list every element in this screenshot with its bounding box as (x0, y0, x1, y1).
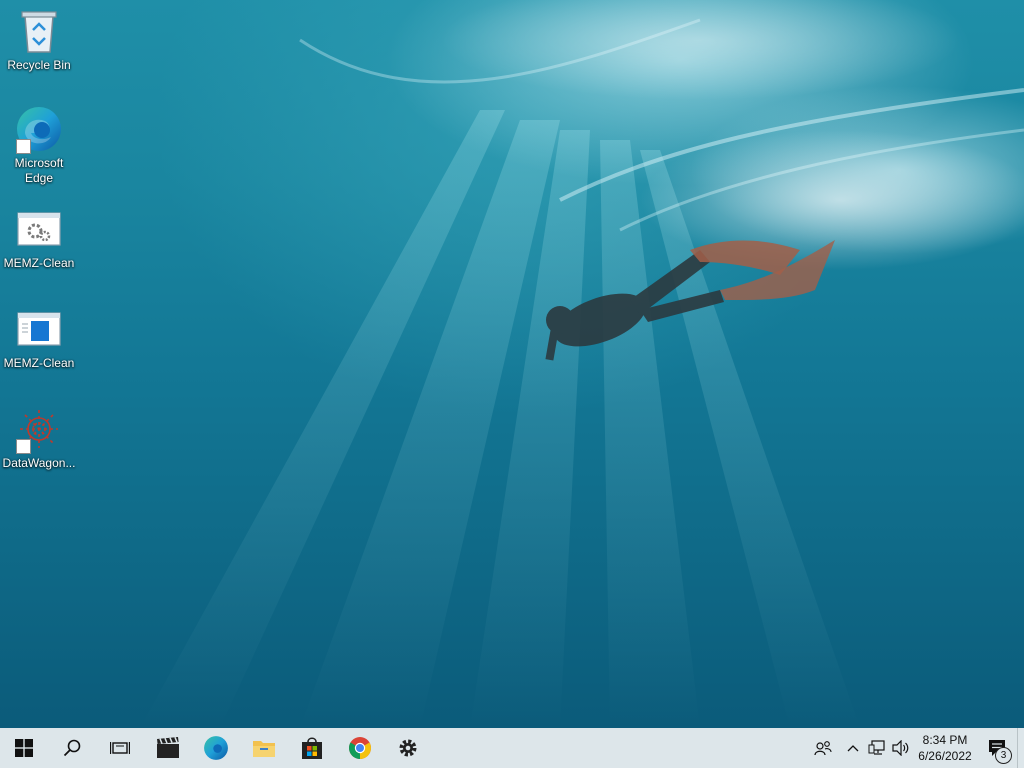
clapperboard-icon (157, 737, 179, 758)
network-icon (868, 740, 885, 755)
gear-window-icon (14, 204, 64, 254)
blue-window-icon (14, 304, 64, 354)
shortcut-arrow-icon (16, 139, 31, 154)
start-button[interactable] (0, 728, 48, 768)
gear-icon (399, 739, 417, 757)
datawagon-icon (14, 404, 64, 454)
clock-time: 8:34 PM (922, 733, 968, 747)
notification-count-badge: 3 (995, 747, 1012, 764)
file-explorer-button[interactable] (240, 728, 288, 768)
taskbar-clock[interactable]: 8:34 PM 6/26/2022 (913, 728, 977, 768)
desktop-icon-label: MEMZ-Clean (3, 356, 75, 370)
action-center-button[interactable]: 3 (977, 728, 1017, 768)
desktop-icon-microsoft-edge[interactable]: Microsoft Edge (2, 104, 76, 186)
chrome-icon (349, 737, 371, 759)
desktop-icon-label: Recycle Bin (7, 58, 71, 72)
clock-date: 6/26/2022 (918, 749, 972, 763)
store-bag-icon (302, 737, 322, 759)
desktop-wallpaper: Recycle Bin Microsoft Edge MEMZ-Clean ME… (0, 0, 1024, 728)
recycle-bin-icon (14, 6, 64, 56)
edge-taskbar-button[interactable] (192, 728, 240, 768)
show-hidden-icons-button[interactable] (841, 728, 865, 768)
network-button[interactable] (865, 728, 889, 768)
people-icon (814, 741, 832, 756)
taskbar: 8:34 PM 6/26/2022 3 (0, 728, 1024, 768)
chevron-up-icon (847, 745, 859, 752)
shortcut-arrow-icon (16, 439, 31, 454)
volume-button[interactable] (889, 728, 913, 768)
edge-icon (14, 104, 64, 154)
store-button[interactable] (288, 728, 336, 768)
windows-logo-icon (15, 739, 33, 757)
desktop-icon-memz-clean-1[interactable]: MEMZ-Clean (2, 204, 76, 271)
settings-button[interactable] (384, 728, 432, 768)
people-button[interactable] (805, 728, 841, 768)
video-editor-button[interactable] (144, 728, 192, 768)
search-icon (63, 739, 81, 757)
folder-icon (253, 741, 275, 757)
task-view-button[interactable] (96, 728, 144, 768)
system-tray: 8:34 PM 6/26/2022 3 (805, 728, 1024, 768)
desktop-icons: Recycle Bin Microsoft Edge MEMZ-Clean ME… (0, 0, 80, 500)
task-view-icon (110, 742, 130, 754)
desktop-icon-recycle-bin[interactable]: Recycle Bin (2, 6, 76, 73)
chrome-button[interactable] (336, 728, 384, 768)
desktop-icon-memz-clean-2[interactable]: MEMZ-Clean (2, 304, 76, 371)
show-desktop-button[interactable] (1017, 728, 1024, 768)
desktop-icon-datawagon[interactable]: DataWagon... (2, 404, 76, 471)
volume-icon (892, 740, 909, 756)
edge-icon (204, 736, 228, 760)
wallpaper-art (140, 0, 1024, 728)
desktop-icon-label: MEMZ-Clean (3, 256, 75, 270)
desktop-icon-label: Microsoft Edge (14, 156, 64, 185)
search-button[interactable] (48, 728, 96, 768)
desktop-icon-label: DataWagon... (2, 456, 76, 470)
